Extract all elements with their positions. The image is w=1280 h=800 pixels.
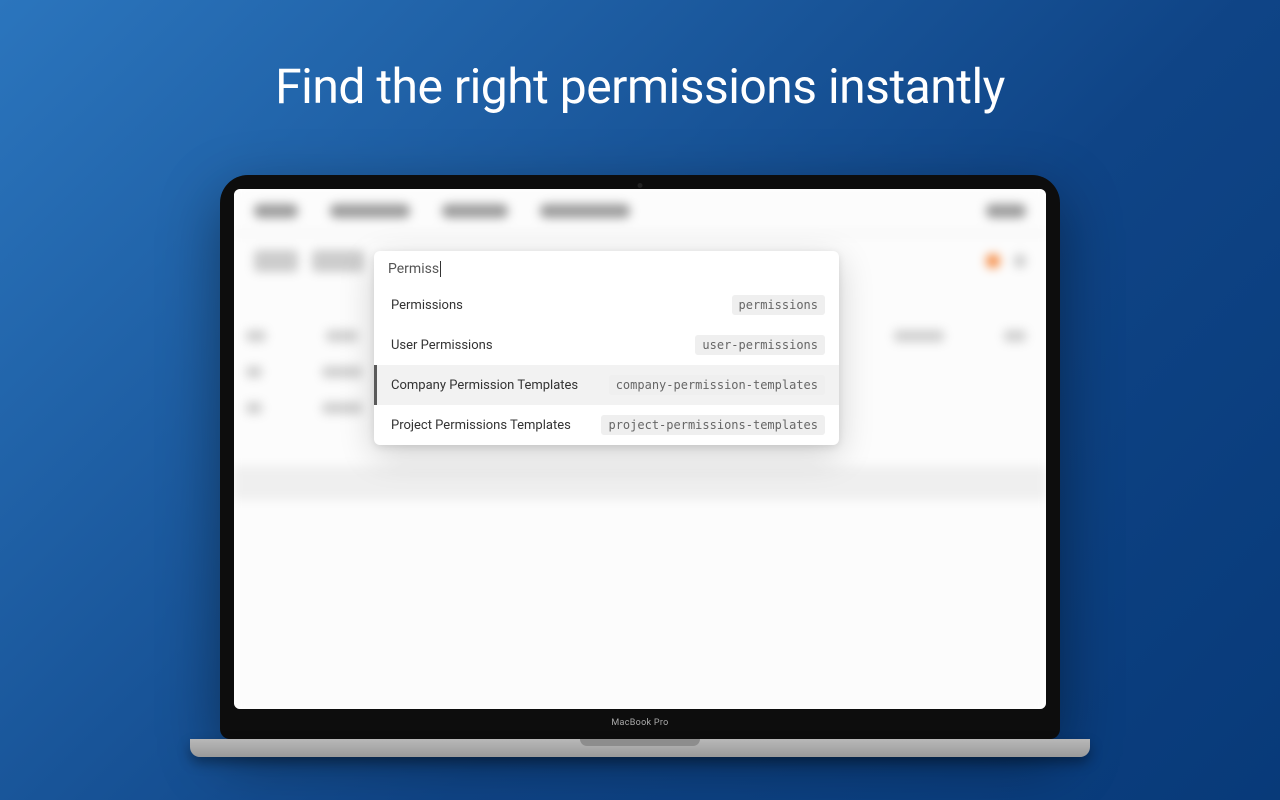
- blurred-section: [234, 466, 1046, 500]
- search-result[interactable]: Company Permission Templates company-perm…: [374, 365, 839, 405]
- search-result[interactable]: Permissions permissions: [374, 285, 839, 325]
- app-screen: Permiss Permissions permissions User Permi…: [234, 189, 1046, 709]
- search-result-label: Project Permissions Templates: [391, 418, 571, 433]
- search-result-slug: project-permissions-templates: [601, 415, 825, 435]
- search-input-wrap[interactable]: Permiss: [374, 251, 839, 285]
- search-popover: Permiss Permissions permissions User Permi…: [374, 251, 839, 445]
- blurred-control: [1014, 254, 1026, 268]
- blurred-header-cell: [326, 330, 358, 342]
- text-caret: [440, 261, 441, 277]
- blurred-header-cell: [894, 330, 944, 342]
- search-result-label: User Permissions: [391, 338, 493, 353]
- search-result[interactable]: User Permissions user-permissions: [374, 325, 839, 365]
- blurred-nav-item: [442, 204, 508, 218]
- blurred-cell: [322, 402, 362, 414]
- laptop-base: [190, 739, 1090, 757]
- search-result-slug: company-permission-templates: [609, 375, 825, 395]
- hero-title: Find the right permissions instantly: [0, 0, 1280, 115]
- blurred-cell: [246, 402, 262, 414]
- blurred-cell: [246, 366, 262, 378]
- device-label: MacBook Pro: [220, 718, 1060, 728]
- search-query-text: Permiss: [388, 261, 439, 277]
- search-result-label: Company Permission Templates: [391, 378, 578, 393]
- blurred-control: [312, 250, 364, 272]
- blurred-header-cell: [246, 330, 266, 342]
- search-result-label: Permissions: [391, 298, 463, 313]
- blurred-nav-item: [540, 204, 630, 218]
- search-result-slug: user-permissions: [695, 335, 825, 355]
- blurred-control: [254, 250, 298, 272]
- search-result[interactable]: Project Permissions Templates project-per…: [374, 405, 839, 445]
- search-input[interactable]: Permiss: [388, 261, 825, 277]
- blurred-nav-item: [986, 204, 1026, 218]
- search-result-slug: permissions: [732, 295, 825, 315]
- search-results-list: Permissions permissions User Permissions us…: [374, 285, 839, 445]
- blurred-nav-item: [254, 204, 298, 218]
- blurred-cell: [322, 366, 362, 378]
- laptop-mockup: Permiss Permissions permissions User Permi…: [220, 175, 1060, 757]
- blurred-nav-item: [330, 204, 410, 218]
- laptop-bezel: Permiss Permissions permissions User Permi…: [220, 175, 1060, 739]
- blurred-badge: [986, 254, 1000, 268]
- blurred-header-cell: [1004, 330, 1026, 342]
